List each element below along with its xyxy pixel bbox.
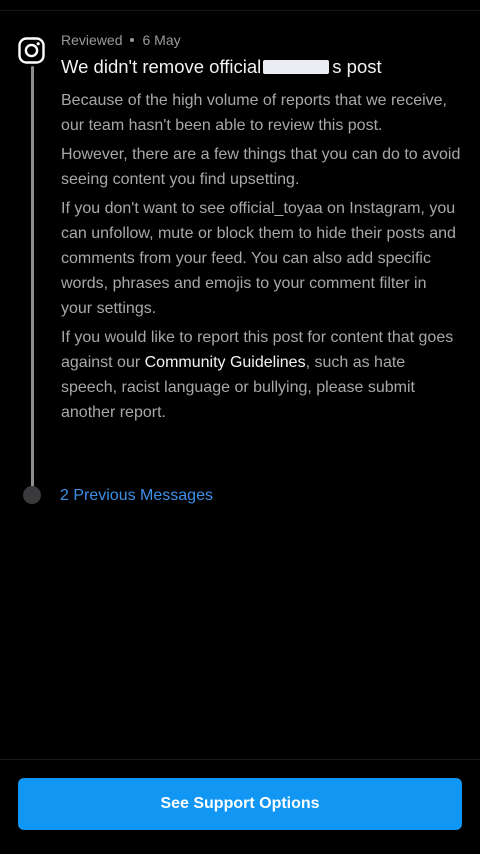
notice-title-start: We didn't remove official <box>61 56 262 77</box>
notice-title-end: s post <box>332 56 382 77</box>
notice-body: Because of the high volume of reports th… <box>61 88 461 429</box>
community-guidelines-link[interactable]: Community Guidelines <box>145 354 306 371</box>
redacted-username <box>263 60 330 74</box>
review-meta: Reviewed 6 May <box>61 32 181 48</box>
bottom-divider <box>0 759 480 760</box>
body-paragraph-3: If you don't want to see official_toyaa … <box>61 200 456 317</box>
separator-dot <box>130 38 135 42</box>
review-status: Reviewed <box>61 32 123 48</box>
timeline-line <box>31 66 34 494</box>
body-paragraph-2: However, there are a few things that you… <box>61 146 461 188</box>
previous-messages-link[interactable]: 2 Previous Messages <box>60 486 213 506</box>
body-paragraph-1: Because of the high volume of reports th… <box>61 92 447 134</box>
see-support-options-button[interactable]: See Support Options <box>18 778 462 830</box>
top-divider <box>0 10 480 11</box>
body-paragraph-4: If you would like to report this post fo… <box>61 325 461 425</box>
notice-title: We didn't remove official s post <box>61 55 382 79</box>
instagram-icon <box>18 37 45 64</box>
review-date: 6 May <box>142 32 181 48</box>
timeline-dot <box>23 486 41 504</box>
